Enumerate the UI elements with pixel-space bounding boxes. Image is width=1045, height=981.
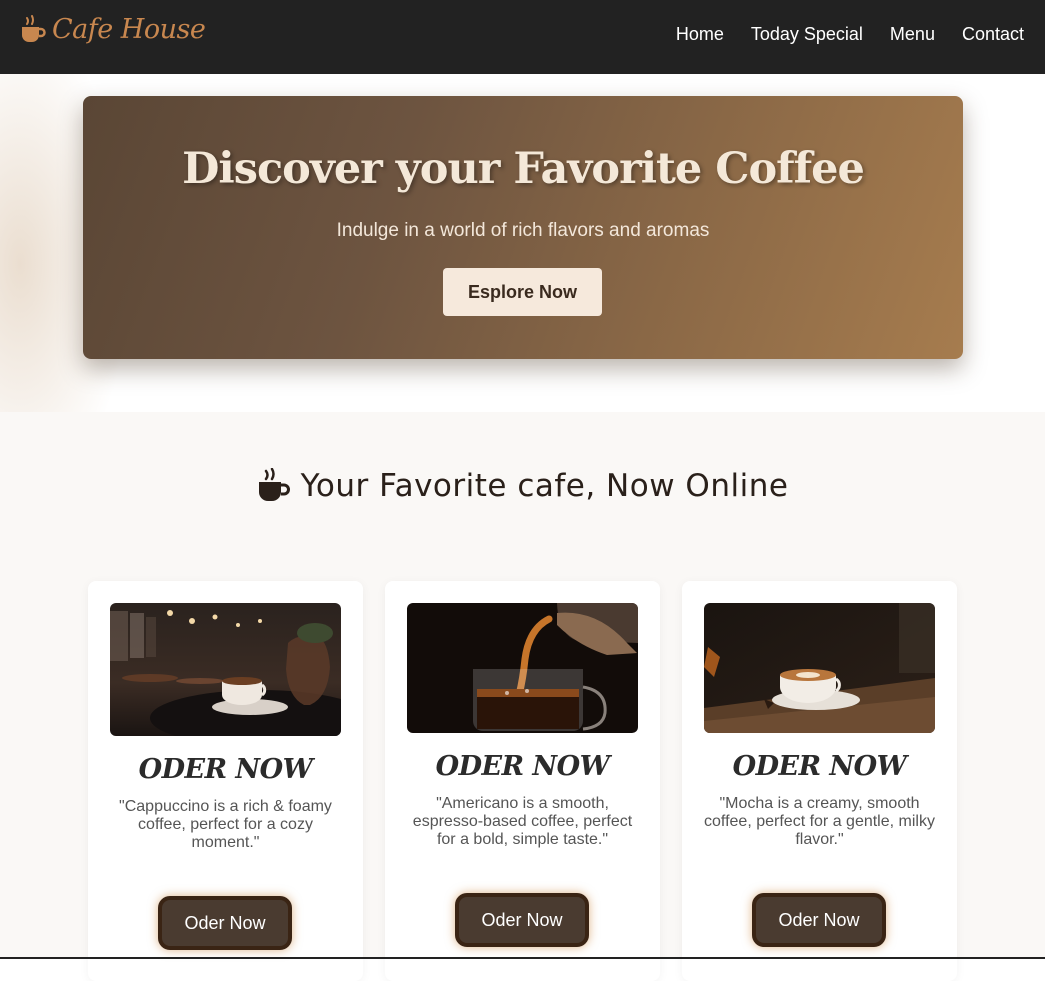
nav-link-contact[interactable]: Contact (962, 24, 1024, 45)
order-now-button[interactable]: Oder Now (455, 893, 589, 947)
order-now-button[interactable]: Oder Now (752, 893, 886, 947)
product-card-cappuccino: ODER NOW "Cappuccino is a rich & foamy c… (88, 581, 363, 981)
card-description: "Mocha is a creamy, smooth coffee, perfe… (704, 795, 935, 848)
section-title: Your Favorite cafe, Now Online (300, 468, 789, 504)
coffee-cup-icon (258, 468, 290, 501)
hero-title: Discover your Favorite Coffee (182, 144, 865, 194)
order-now-button[interactable]: Oder Now (158, 896, 292, 950)
americano-image (407, 603, 638, 733)
cappuccino-image (110, 603, 341, 736)
nav-link-today-special[interactable]: Today Special (751, 24, 863, 45)
card-description: "Cappuccino is a rich & foamy coffee, pe… (119, 798, 332, 851)
mocha-image (704, 603, 935, 733)
brand-logo[interactable]: Cafe House (20, 14, 206, 45)
product-card-americano: ODER NOW "Americano is a smooth, espress… (385, 581, 660, 981)
section-heading: Your Favorite cafe, Now Online (0, 468, 1045, 504)
explore-now-button[interactable]: Esplore Now (443, 268, 602, 316)
card-description: "Americano is a smooth, espresso-based c… (412, 795, 633, 848)
hero-banner: Discover your Favorite Coffee Indulge in… (83, 96, 963, 359)
card-title: ODER NOW (138, 754, 313, 785)
navbar: Cafe House Home Today Special Menu Conta… (0, 0, 1045, 74)
hero-subtitle: Indulge in a world of rich flavors and a… (336, 220, 710, 241)
online-cafe-section: Your Favorite cafe, Now Online ODER NOW … (0, 412, 1045, 981)
card-title: ODER NOW (435, 751, 610, 782)
nav-link-menu[interactable]: Menu (890, 24, 935, 45)
product-card-mocha: ODER NOW "Mocha is a creamy, smooth coff… (682, 581, 957, 981)
nav-links: Home Today Special Menu Contact (676, 24, 1024, 45)
card-title: ODER NOW (732, 751, 907, 782)
coffee-cup-icon (22, 14, 46, 42)
nav-link-home[interactable]: Home (676, 24, 724, 45)
brand-name: Cafe House (52, 14, 206, 45)
